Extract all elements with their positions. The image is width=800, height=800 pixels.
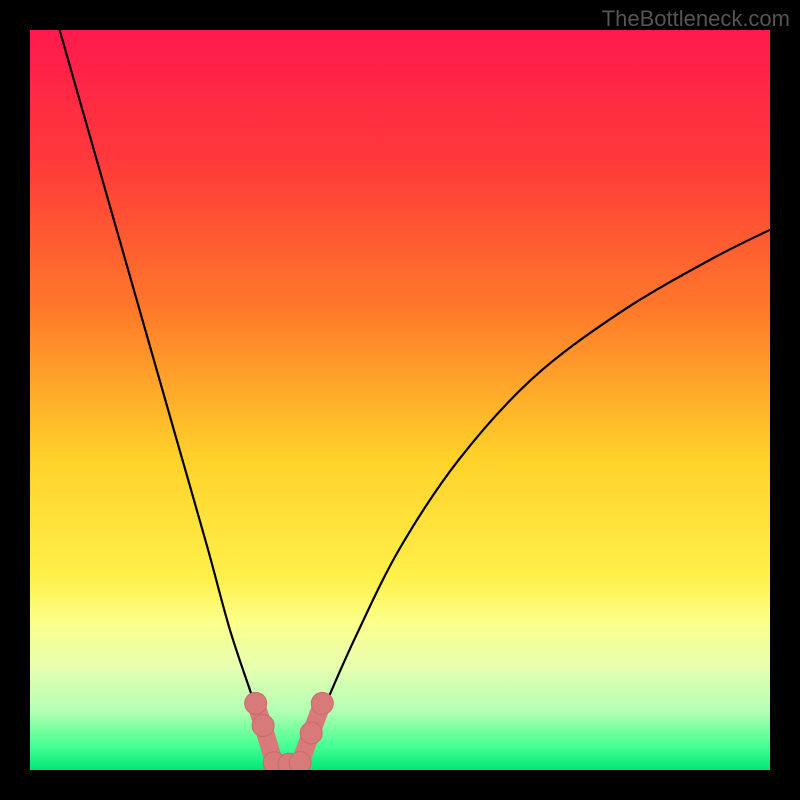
marker-dot [300, 722, 322, 744]
marker-dot [245, 692, 267, 714]
chart-frame: TheBottleneck.com [0, 0, 800, 800]
plot-area [30, 30, 770, 770]
highlighted-range-markers [245, 692, 334, 770]
marker-dot [252, 715, 274, 737]
marker-dot [311, 692, 333, 714]
marker-dot [289, 752, 311, 770]
curve-layer [30, 30, 770, 770]
watermark-text: TheBottleneck.com [602, 6, 790, 32]
bottleneck-curve [60, 30, 770, 767]
